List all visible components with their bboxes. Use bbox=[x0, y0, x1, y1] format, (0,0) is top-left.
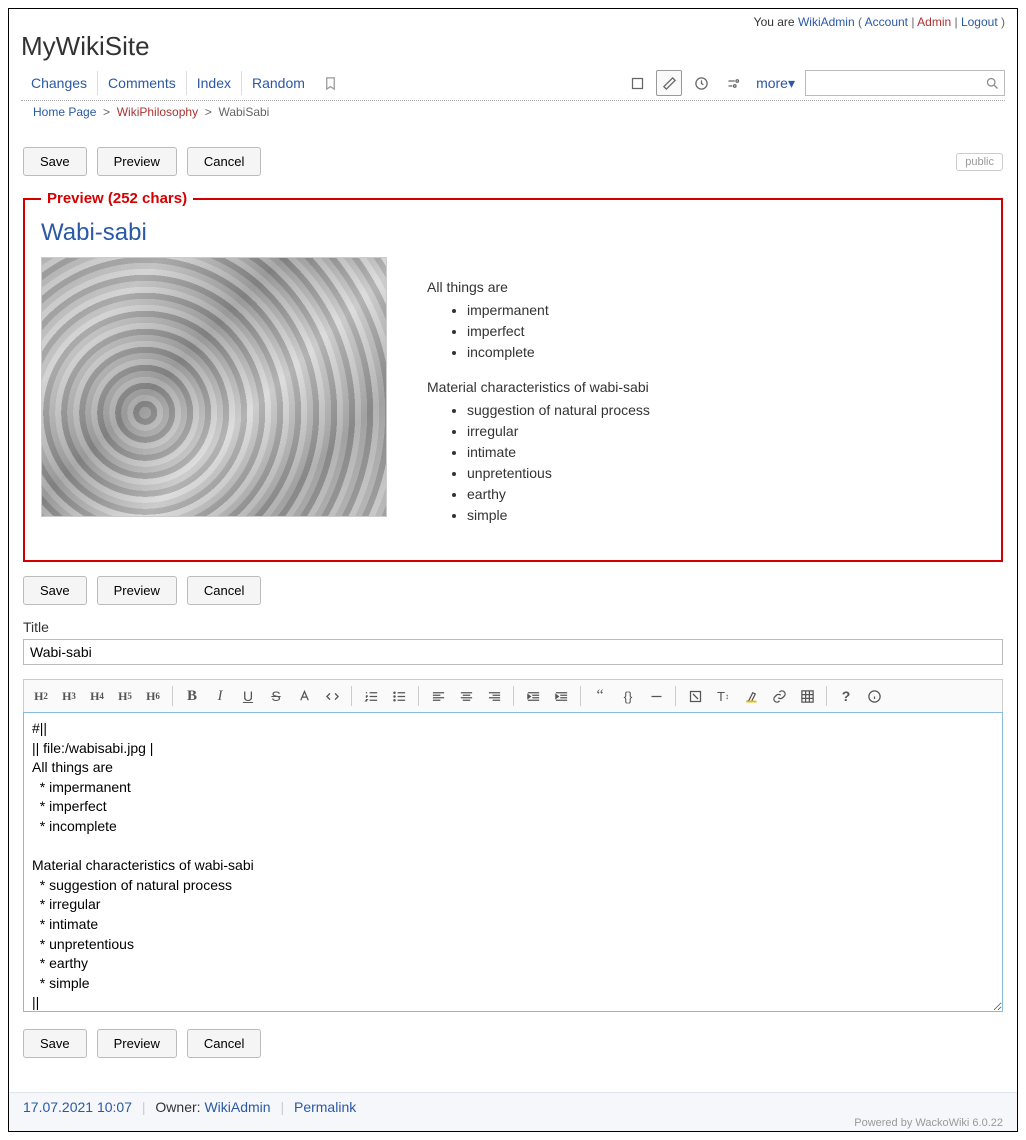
align-left-button[interactable] bbox=[425, 684, 451, 708]
list-item: intimate bbox=[467, 442, 650, 463]
nav-comments[interactable]: Comments bbox=[98, 71, 187, 95]
list-item: suggestion of natural process bbox=[467, 400, 650, 421]
save-button[interactable]: Save bbox=[23, 1029, 87, 1058]
preview-button[interactable]: Preview bbox=[97, 1029, 177, 1058]
link-button[interactable] bbox=[766, 684, 792, 708]
footer-permalink[interactable]: Permalink bbox=[294, 1099, 356, 1115]
breadcrumb-home[interactable]: Home Page bbox=[33, 105, 96, 119]
owner-label: Owner: bbox=[155, 1099, 200, 1115]
braces-button[interactable]: {} bbox=[615, 684, 641, 708]
cancel-button[interactable]: Cancel bbox=[187, 576, 261, 605]
h2-button[interactable]: H2 bbox=[28, 684, 54, 708]
user-bar: You are WikiAdmin ( Account | Admin | Lo… bbox=[21, 15, 1005, 29]
nav-tabs: Changes Comments Index Random bbox=[21, 71, 315, 95]
breadcrumb-parent[interactable]: WikiPhilosophy bbox=[117, 105, 198, 119]
h4-button[interactable]: H4 bbox=[84, 684, 110, 708]
admin-link[interactable]: Admin bbox=[917, 15, 951, 29]
list-item: imperfect bbox=[467, 321, 650, 342]
list-item: incomplete bbox=[467, 342, 650, 363]
preview-button[interactable]: Preview bbox=[97, 147, 177, 176]
footer-meta: 17.07.2021 10:07 | Owner: WikiAdmin | Pe… bbox=[23, 1099, 1003, 1115]
align-right-button[interactable] bbox=[481, 684, 507, 708]
search-box bbox=[805, 70, 1005, 96]
account-link[interactable]: Account bbox=[865, 15, 908, 29]
editor-textarea[interactable] bbox=[23, 712, 1003, 1012]
h5-button[interactable]: H5 bbox=[112, 684, 138, 708]
info-button[interactable] bbox=[861, 684, 887, 708]
underline-button[interactable]: U bbox=[235, 684, 261, 708]
quote-button[interactable]: “ bbox=[587, 684, 613, 708]
table-button[interactable] bbox=[794, 684, 820, 708]
font-button[interactable] bbox=[291, 684, 317, 708]
ol-button[interactable] bbox=[358, 684, 384, 708]
title-input[interactable] bbox=[23, 639, 1003, 665]
outdent-button[interactable] bbox=[520, 684, 546, 708]
list-item: unpretentious bbox=[467, 463, 650, 484]
h6-button[interactable]: H6 bbox=[140, 684, 166, 708]
public-badge: public bbox=[956, 153, 1003, 171]
list-item: impermanent bbox=[467, 300, 650, 321]
edit-icon[interactable] bbox=[656, 70, 682, 96]
list-item: earthy bbox=[467, 484, 650, 505]
settings-icon[interactable] bbox=[720, 70, 746, 96]
footer-owner[interactable]: WikiAdmin bbox=[204, 1099, 270, 1115]
save-button[interactable]: Save bbox=[23, 147, 87, 176]
preview-legend: Preview (252 chars) bbox=[41, 190, 193, 207]
textsize-button[interactable]: T↕ bbox=[710, 684, 736, 708]
youare-label: You are bbox=[754, 15, 795, 29]
title-label: Title bbox=[23, 619, 1003, 635]
indent-button[interactable] bbox=[548, 684, 574, 708]
site-title: MyWikiSite bbox=[21, 31, 1005, 62]
editor-toolbar: H2 H3 H4 H5 H6 B I U S “ {} bbox=[23, 679, 1003, 712]
list-item: simple bbox=[467, 505, 650, 526]
align-center-button[interactable] bbox=[453, 684, 479, 708]
cancel-button[interactable]: Cancel bbox=[187, 1029, 261, 1058]
preview-text: All things are impermanent imperfect inc… bbox=[427, 257, 650, 540]
username-link[interactable]: WikiAdmin bbox=[798, 15, 855, 29]
nav-index[interactable]: Index bbox=[187, 71, 242, 95]
powered-by: Powered by WackoWiki 6.0.22 bbox=[23, 1117, 1003, 1129]
nav-random[interactable]: Random bbox=[242, 71, 315, 95]
italic-button[interactable]: I bbox=[207, 684, 233, 708]
strike-button[interactable]: S bbox=[263, 684, 289, 708]
history-icon[interactable] bbox=[688, 70, 714, 96]
h3-button[interactable]: H3 bbox=[56, 684, 82, 708]
breadcrumb-current: WabiSabi bbox=[218, 105, 269, 119]
bold-button[interactable]: B bbox=[179, 684, 205, 708]
highlight-button[interactable] bbox=[738, 684, 764, 708]
ul-button[interactable] bbox=[386, 684, 412, 708]
help-button[interactable]: ? bbox=[833, 684, 859, 708]
preview-box: Preview (252 chars) Wabi-sabi All things… bbox=[23, 190, 1003, 562]
code-button[interactable] bbox=[319, 684, 345, 708]
search-icon[interactable] bbox=[985, 76, 1000, 91]
hr-button[interactable] bbox=[643, 684, 669, 708]
breadcrumb: Home Page > WikiPhilosophy > WabiSabi bbox=[21, 101, 1005, 123]
search-input[interactable] bbox=[810, 76, 985, 90]
nav-changes[interactable]: Changes bbox=[21, 71, 98, 95]
preview-button[interactable]: Preview bbox=[97, 576, 177, 605]
preview-title: Wabi-sabi bbox=[41, 219, 985, 247]
preview-image bbox=[41, 257, 387, 517]
logout-link[interactable]: Logout bbox=[961, 15, 998, 29]
preview-p1: All things are bbox=[427, 277, 650, 298]
list-item: irregular bbox=[467, 421, 650, 442]
view-icon[interactable] bbox=[624, 70, 650, 96]
cancel-button[interactable]: Cancel bbox=[187, 147, 261, 176]
bookmark-add-icon[interactable] bbox=[315, 72, 346, 95]
footer-date[interactable]: 17.07.2021 10:07 bbox=[23, 1099, 132, 1115]
save-button[interactable]: Save bbox=[23, 576, 87, 605]
preview-p2: Material characteristics of wabi-sabi bbox=[427, 377, 650, 398]
note-button[interactable] bbox=[682, 684, 708, 708]
more-menu[interactable]: more▾ bbox=[752, 75, 799, 92]
